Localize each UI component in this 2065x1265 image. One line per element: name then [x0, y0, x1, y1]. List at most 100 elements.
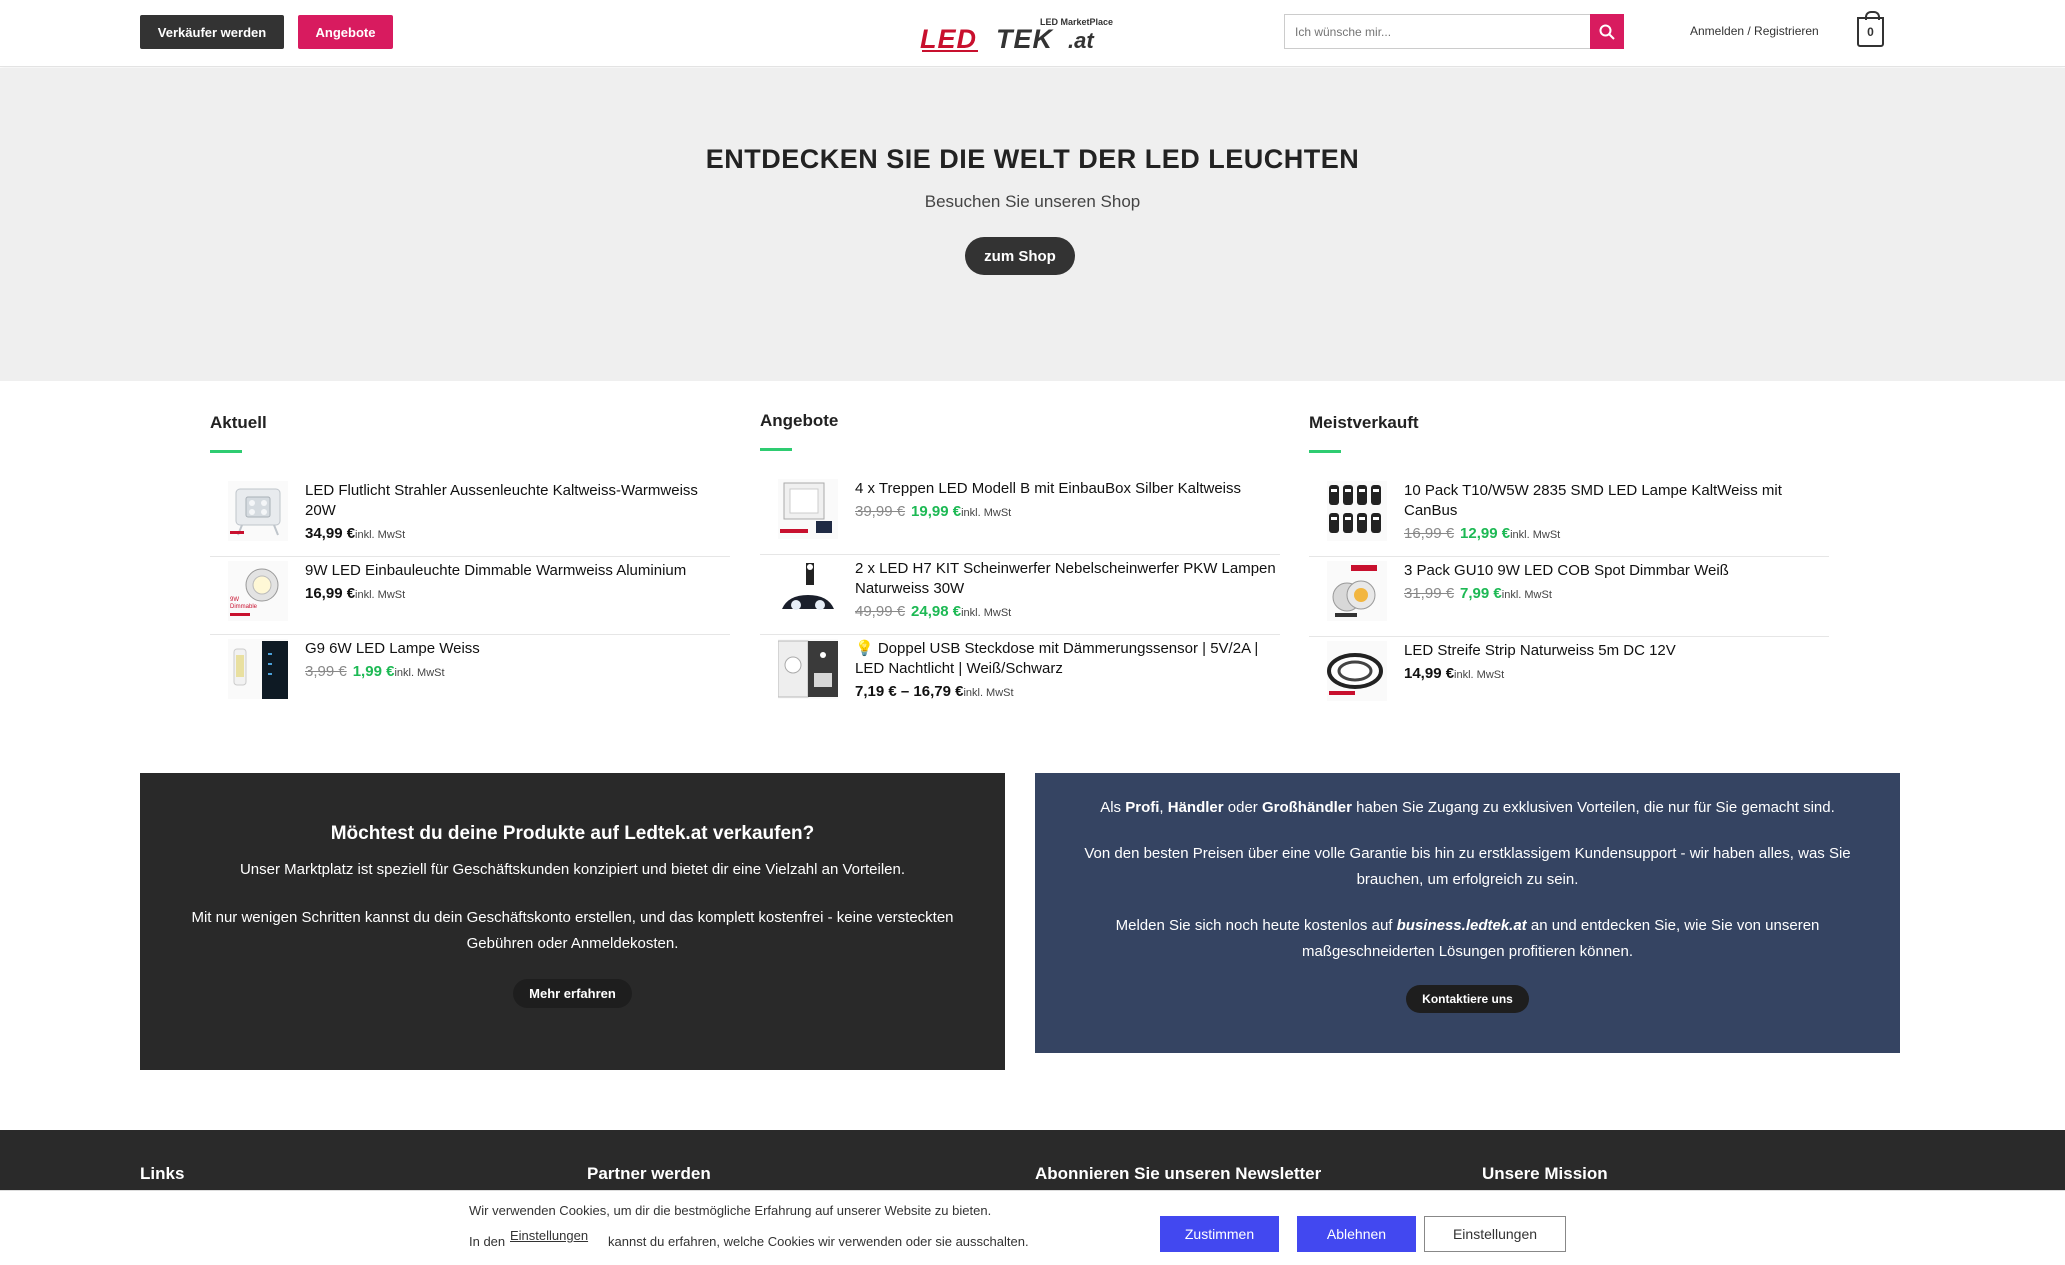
product-image[interactable] [228, 481, 288, 541]
product-list: 4 x Treppen LED Modell B mit EinbauBox S… [760, 475, 1280, 715]
product-item[interactable]: 2 x LED H7 KIT Scheinwerfer Nebelscheinw… [760, 555, 1280, 635]
search-button[interactable] [1590, 14, 1624, 49]
product-item[interactable]: 3 Pack GU10 9W LED COB Spot Dimmbar Weiß… [1309, 557, 1829, 637]
price: 34,99 € [305, 525, 356, 542]
product-item[interactable]: 4 x Treppen LED Modell B mit EinbauBox S… [760, 475, 1280, 555]
product-image[interactable] [778, 559, 838, 619]
decline-cookies-button[interactable]: Ablehnen [1297, 1216, 1416, 1252]
product-name[interactable]: 9W LED Einbauleuchte Dimmable Warmweiss … [305, 561, 730, 581]
tax-note: inkl. MwSt [394, 667, 445, 679]
product-list: 10 Pack T10/W5W 2835 SMD LED Lampe KaltW… [1309, 477, 1829, 717]
accept-cookies-button[interactable]: Zustimmen [1160, 1216, 1279, 1252]
business-link[interactable]: business.ledtek.at [1397, 917, 1527, 934]
car-headlight-icon [778, 559, 838, 619]
floodlight-icon [230, 488, 281, 536]
product-item[interactable]: G9 6W LED Lampe Weiss 3,99 € 1,99 €inkl. … [210, 635, 730, 715]
cookie-message-suffix: kannst du erfahren, welche Cookies wir v… [608, 1234, 1029, 1249]
site-logo[interactable]: LED MarketPlace LED TEK .at [918, 14, 1123, 54]
business-promo: Als Profi, Händler oder Großhändler habe… [1035, 773, 1900, 1053]
product-image[interactable]: 9W Dimmable [228, 561, 288, 621]
cart-icon[interactable]: 0 [1857, 11, 1884, 47]
footer-partner-heading: Partner werden [587, 1164, 711, 1183]
seller-promo-text-1: Unser Marktplatz ist speziell für Geschä… [239, 861, 906, 878]
product-item[interactable]: 10 Pack T10/W5W 2835 SMD LED Lampe KaltW… [1309, 477, 1829, 557]
offers-button[interactable]: Angebote [298, 15, 393, 49]
tax-note: inkl. MwSt [961, 607, 1012, 619]
gu10-spot-icon [1332, 565, 1377, 617]
product-image[interactable] [1327, 481, 1387, 541]
svg-text:LED: LED [920, 24, 977, 54]
product-price: 16,99 € 12,99 €inkl. MwSt [1404, 525, 1829, 542]
product-image[interactable] [228, 639, 288, 699]
search-input[interactable] [1285, 15, 1590, 48]
product-name[interactable]: 4 x Treppen LED Modell B mit EinbauBox S… [855, 479, 1280, 499]
seller-promo: Möchtest du deine Produkte auf Ledtek.at… [140, 773, 1005, 1070]
g9-bulb-icon [233, 641, 288, 699]
footer-links-heading: Links [140, 1164, 185, 1183]
shop-button[interactable]: zum Shop [965, 237, 1075, 275]
svg-text:Dimmable: Dimmable [230, 604, 258, 610]
product-item[interactable]: 9W Dimmable 9W LED Einbauleuchte Dimmabl… [210, 557, 730, 635]
cart-count: 0 [1867, 25, 1874, 39]
ledtek-logo-icon: LED MarketPlace LED TEK .at [920, 17, 1113, 54]
usb-socket-icon [778, 640, 838, 698]
product-name[interactable]: G9 6W LED Lampe Weiss [305, 639, 730, 659]
product-name[interactable]: 2 x LED H7 KIT Scheinwerfer Nebelscheinw… [855, 559, 1280, 599]
product-list: LED Flutlicht Strahler Aussenleuchte Kal… [210, 477, 730, 715]
tax-note: inkl. MwSt [961, 507, 1012, 519]
downlight-icon: 9W Dimmable [230, 568, 279, 616]
business-promo-text-2: Von den besten Preisen über eine volle G… [1084, 845, 1851, 888]
login-register-link[interactable]: Anmelden / Registrieren [1690, 24, 1819, 38]
column-title: Aktuell [210, 413, 267, 432]
product-price: 39,99 € 19,99 €inkl. MwSt [855, 503, 1280, 520]
svg-text:9W: 9W [230, 597, 239, 603]
price: 14,99 € [1404, 665, 1455, 682]
seller-promo-text-2: Mit nur wenigen Schritten kannst du dein… [191, 909, 954, 952]
product-item[interactable]: LED Streife Strip Naturweiss 5m DC 12V 1… [1309, 637, 1829, 717]
price: 7,19 € – 16,79 € [855, 683, 964, 700]
hero-banner: ENTDECKEN SIE DIE WELT DER LED LEUCHTEN … [0, 68, 2065, 381]
cookie-settings-button[interactable]: Einstellungen [1424, 1216, 1566, 1252]
product-item[interactable]: LED Flutlicht Strahler Aussenleuchte Kal… [210, 477, 730, 557]
old-price: 49,99 € [855, 603, 906, 620]
product-image[interactable] [778, 639, 838, 699]
product-image[interactable] [1327, 641, 1387, 701]
seller-promo-title: Möchtest du deine Produkte auf Ledtek.at… [330, 823, 815, 844]
old-price: 16,99 € [1404, 525, 1455, 542]
product-image[interactable] [1327, 561, 1387, 621]
tax-note: inkl. MwSt [1501, 589, 1552, 601]
learn-more-button[interactable]: Mehr erfahren [513, 979, 632, 1008]
become-seller-button[interactable]: Verkäufer werden [140, 15, 284, 49]
business-promo-text-1: Als Profi, Händler oder Großhändler habe… [1100, 799, 1835, 816]
column-underline [1309, 450, 1341, 453]
svg-text:.at: .at [1068, 28, 1095, 53]
column-aktuell: Aktuell LED Flutlicht Strahler Aussenleu… [210, 413, 730, 715]
column-angebote: Angebote 4 x Treppen LED Modell B mit Ei… [760, 411, 1280, 715]
old-price: 31,99 € [1404, 585, 1455, 602]
product-name[interactable]: LED Flutlicht Strahler Aussenleuchte Kal… [305, 481, 730, 521]
hero-subtitle: Besuchen Sie unseren Shop [924, 192, 1141, 211]
contact-us-button[interactable]: Kontaktiere uns [1406, 985, 1529, 1013]
product-price: 31,99 € 7,99 €inkl. MwSt [1404, 585, 1829, 602]
product-name[interactable]: 10 Pack T10/W5W 2835 SMD LED Lampe KaltW… [1404, 481, 1829, 521]
product-name[interactable]: 3 Pack GU10 9W LED COB Spot Dimmbar Weiß [1404, 561, 1829, 581]
footer-mission-heading: Unsere Mission [1482, 1164, 1608, 1183]
product-price: 16,99 €inkl. MwSt [305, 585, 730, 602]
tax-note: inkl. MwSt [963, 687, 1014, 699]
sale-price: 12,99 € [1460, 525, 1511, 542]
product-price: 34,99 €inkl. MwSt [305, 525, 730, 542]
product-name[interactable]: LED Streife Strip Naturweiss 5m DC 12V [1404, 641, 1829, 661]
led-strip-icon [1327, 653, 1383, 695]
sale-price: 1,99 € [352, 663, 395, 680]
stair-light-icon [780, 482, 832, 533]
old-price: 39,99 € [855, 503, 906, 520]
column-title: Meistverkauft [1309, 413, 1419, 432]
cookie-banner: Wir verwenden Cookies, um dir die bestmö… [0, 1190, 2065, 1265]
product-image[interactable] [778, 479, 838, 539]
product-item[interactable]: 💡 Doppel USB Steckdose mit Dämmerungssen… [760, 635, 1280, 715]
product-name[interactable]: 💡 Doppel USB Steckdose mit Dämmerungssen… [855, 639, 1280, 679]
site-header: Verkäufer werden Angebote LED MarketPlac… [0, 0, 2065, 67]
tax-note: inkl. MwSt [355, 589, 406, 601]
tax-note: inkl. MwSt [355, 529, 406, 541]
cookie-settings-link[interactable]: Einstellungen [510, 1228, 588, 1243]
